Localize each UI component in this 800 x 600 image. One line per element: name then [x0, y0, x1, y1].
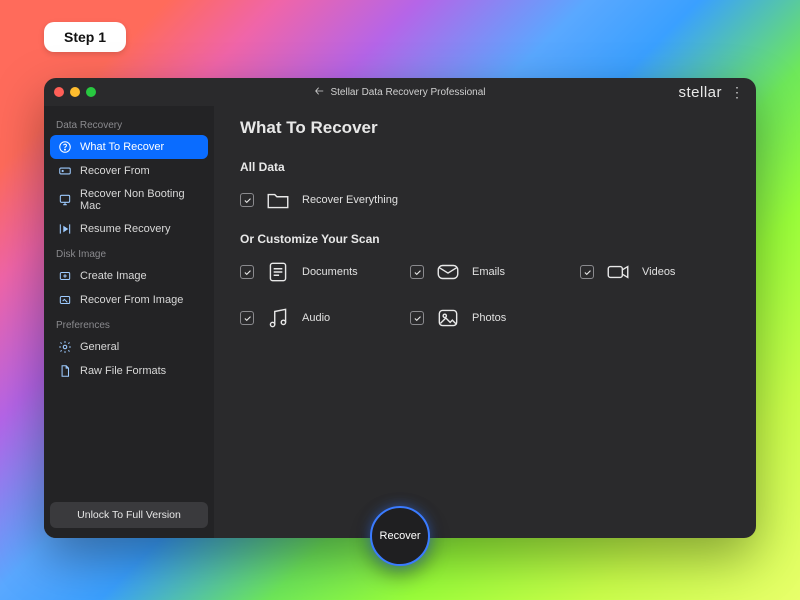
option-emails[interactable]: Emails [410, 258, 540, 286]
sidebar-section-label: Disk Image [50, 241, 208, 264]
option-label: Recover Everything [302, 194, 398, 206]
checkbox[interactable] [580, 265, 594, 279]
sidebar-item-label: General [80, 341, 119, 353]
sidebar-item-label: What To Recover [80, 141, 164, 153]
sidebar: Data Recovery What To Recover Recover Fr… [44, 106, 214, 538]
create-image-icon [58, 269, 72, 283]
titlebar-title: Stellar Data Recovery Professional [314, 86, 485, 99]
sidebar-item-label: Raw File Formats [80, 365, 166, 377]
minimize-window-button[interactable] [70, 87, 80, 97]
photos-icon [434, 304, 462, 332]
option-label: Emails [472, 266, 505, 278]
sidebar-item-recover-non-booting-mac[interactable]: Recover Non Booting Mac [50, 183, 208, 217]
emails-icon [434, 258, 462, 286]
question-circle-icon [58, 140, 72, 154]
folder-icon [264, 186, 292, 214]
customize-heading: Or Customize Your Scan [240, 232, 730, 246]
option-recover-everything[interactable]: Recover Everything [240, 186, 398, 214]
sidebar-item-resume-recovery[interactable]: Resume Recovery [50, 217, 208, 241]
app-window: Stellar Data Recovery Professional stell… [44, 78, 756, 538]
audio-icon [264, 304, 292, 332]
checkbox[interactable] [410, 311, 424, 325]
sidebar-item-label: Create Image [80, 270, 147, 282]
titlebar: Stellar Data Recovery Professional stell… [44, 78, 756, 106]
zoom-window-button[interactable] [86, 87, 96, 97]
raw-file-icon [58, 364, 72, 378]
videos-icon [604, 258, 632, 286]
checkbox[interactable] [240, 311, 254, 325]
option-photos[interactable]: Photos [410, 304, 540, 332]
sidebar-item-create-image[interactable]: Create Image [50, 264, 208, 288]
sidebar-section-label: Data Recovery [50, 112, 208, 135]
drive-icon [58, 164, 72, 178]
documents-icon [264, 258, 292, 286]
sidebar-section-label: Preferences [50, 312, 208, 335]
sidebar-item-label: Recover From [80, 165, 150, 177]
mac-icon [58, 193, 72, 207]
unlock-full-version-button[interactable]: Unlock To Full Version [50, 502, 208, 528]
checkbox[interactable] [410, 265, 424, 279]
step-badge: Step 1 [44, 22, 126, 52]
option-label: Videos [642, 266, 675, 278]
sidebar-item-general[interactable]: General [50, 335, 208, 359]
gear-icon [58, 340, 72, 354]
recover-button[interactable]: Recover [370, 506, 430, 566]
option-audio[interactable]: Audio [240, 304, 370, 332]
app-title: Stellar Data Recovery Professional [330, 87, 485, 98]
sidebar-item-label: Recover Non Booting Mac [80, 188, 200, 212]
option-label: Photos [472, 312, 506, 324]
back-icon[interactable] [314, 86, 324, 99]
sidebar-item-recover-from[interactable]: Recover From [50, 159, 208, 183]
more-menu-icon[interactable]: ⋮ [730, 84, 744, 101]
brand-logo: stellar [678, 84, 722, 101]
sidebar-item-raw-file-formats[interactable]: Raw File Formats [50, 359, 208, 383]
sidebar-item-what-to-recover[interactable]: What To Recover [50, 135, 208, 159]
option-documents[interactable]: Documents [240, 258, 370, 286]
all-data-heading: All Data [240, 160, 730, 174]
option-label: Audio [302, 312, 330, 324]
sidebar-item-recover-from-image[interactable]: Recover From Image [50, 288, 208, 312]
sidebar-item-label: Resume Recovery [80, 223, 170, 235]
page-title: What To Recover [240, 118, 730, 138]
sidebar-item-label: Recover From Image [80, 294, 183, 306]
option-label: Documents [302, 266, 358, 278]
main-panel: What To Recover All Data Recover Everyth… [214, 106, 756, 538]
window-controls [54, 87, 96, 97]
resume-icon [58, 222, 72, 236]
recover-image-icon [58, 293, 72, 307]
option-videos[interactable]: Videos [580, 258, 710, 286]
checkbox[interactable] [240, 265, 254, 279]
checkbox[interactable] [240, 193, 254, 207]
close-window-button[interactable] [54, 87, 64, 97]
